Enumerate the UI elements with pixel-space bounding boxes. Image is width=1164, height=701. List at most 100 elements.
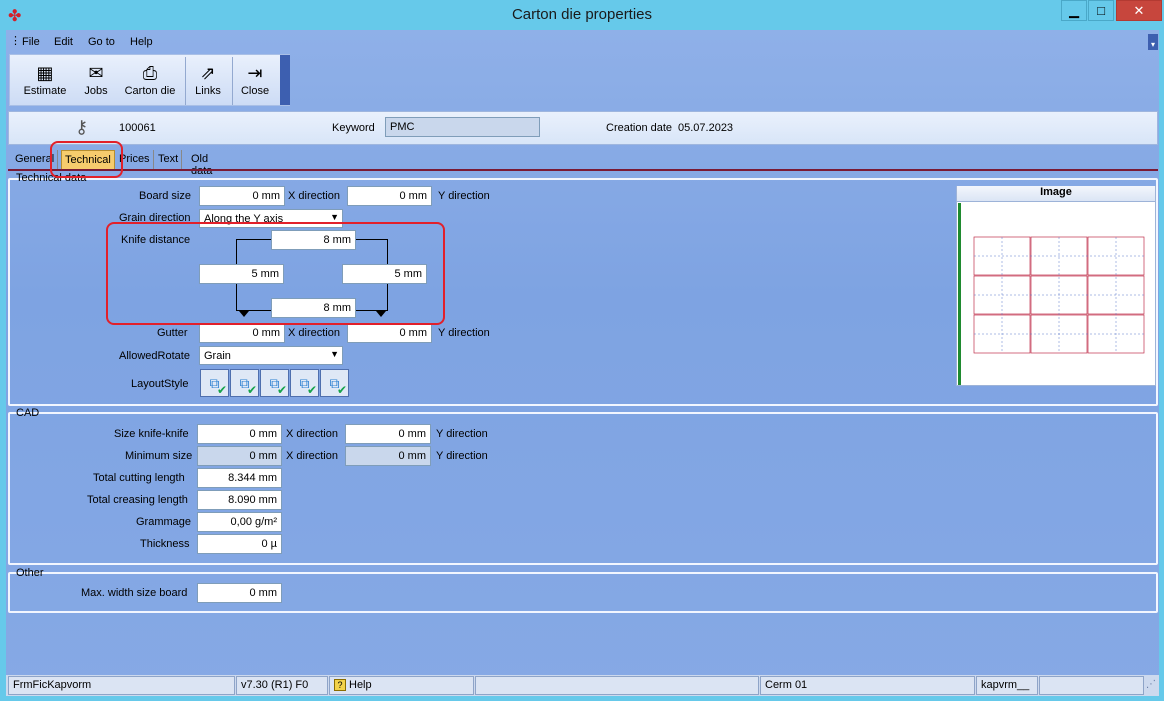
- menu-file[interactable]: File: [22, 36, 40, 48]
- gutter-x-field[interactable]: 0 mm: [199, 323, 285, 343]
- layout-style-group: ⧉ ✔ ⧉ ✔ ⧉ ✔ ⧉ ✔ ⧉ ✔: [200, 369, 352, 397]
- other-section-title: Other: [16, 567, 44, 579]
- layout-style-5-button[interactable]: ⧉ ✔: [320, 369, 349, 397]
- size-knife-knife-label: Size knife-knife: [114, 428, 189, 440]
- layout-style-2-button[interactable]: ⧉ ✔: [230, 369, 259, 397]
- close-window-button[interactable]: ✕: [1116, 0, 1162, 21]
- tab-text[interactable]: Text: [155, 150, 183, 170]
- status-help[interactable]: ? Help: [329, 676, 474, 695]
- gutter-x-direction-label: X direction: [288, 327, 340, 339]
- toolbar: ▦ Estimate ✉ Jobs ⎙ Carton die ⇗ Links ⇥…: [9, 54, 290, 106]
- size-knife-y-field[interactable]: 0 mm: [345, 424, 431, 444]
- help-icon: ?: [334, 679, 346, 691]
- layout-style-1-button[interactable]: ⧉ ✔: [200, 369, 229, 397]
- window-title: Carton die properties: [511, 6, 653, 23]
- estimate-button[interactable]: ▦ Estimate: [18, 61, 72, 107]
- resize-grip-icon[interactable]: ⋰: [1146, 679, 1156, 690]
- links-button[interactable]: ⇗ Links: [190, 61, 226, 107]
- minimum-size-x-field: 0 mm: [197, 446, 282, 466]
- link-icon: ⇗: [200, 63, 216, 83]
- keyword-field[interactable]: PMC: [385, 117, 540, 137]
- image-panel: [956, 186, 1156, 386]
- menu-go-to[interactable]: Go to: [88, 36, 115, 48]
- thickness-field[interactable]: 0 µ: [197, 534, 282, 554]
- highlight-technical-tab: [50, 141, 123, 178]
- thickness-label: Thickness: [140, 538, 190, 550]
- check-icon: ✔: [246, 383, 257, 397]
- layout-style-3-button[interactable]: ⧉ ✔: [260, 369, 289, 397]
- board-size-label: Board size: [139, 190, 191, 202]
- layout-style-4-button[interactable]: ⧉ ✔: [290, 369, 319, 397]
- menu-help[interactable]: Help: [130, 36, 153, 48]
- carton-die-label: Carton die: [124, 85, 176, 97]
- cad-section-title: CAD: [16, 407, 40, 419]
- grammage-field[interactable]: 0,00 g/m²: [197, 512, 282, 532]
- image-panel-title: Image: [957, 186, 1155, 202]
- exit-door-icon: ⇥: [247, 63, 263, 83]
- creation-date-label: Creation date: [606, 122, 673, 134]
- minimum-size-y-field: 0 mm: [345, 446, 431, 466]
- total-cutting-length-field[interactable]: 8.344 mm: [197, 468, 282, 488]
- check-icon: ✔: [216, 383, 227, 397]
- board-size-x-field[interactable]: 0 mm: [199, 186, 285, 206]
- jobs-label: Jobs: [84, 85, 108, 97]
- layout-style-label: LayoutStyle: [131, 378, 189, 390]
- check-icon: ✔: [336, 383, 347, 397]
- toolbar-separator: [232, 57, 233, 105]
- board-size-y-field[interactable]: 0 mm: [347, 186, 432, 206]
- check-icon: ✔: [306, 383, 317, 397]
- board-size-x-direction-label: X direction: [288, 190, 340, 202]
- estimate-label: Estimate: [23, 85, 67, 97]
- board-size-y-direction-label: Y direction: [438, 190, 490, 202]
- tab-old-data[interactable]: Old data: [188, 150, 215, 177]
- menu-bar: ⋮ File Edit Go to Help ▾: [6, 32, 1159, 52]
- chevron-down-icon: ▼: [330, 349, 339, 359]
- close-label: Close: [240, 85, 270, 97]
- record-id: 100061: [119, 122, 156, 134]
- allowed-rotate-select[interactable]: Grain ▼: [199, 346, 343, 365]
- status-version: v7.30 (R1) F0: [236, 676, 328, 695]
- calculator-icon: ▦: [36, 63, 54, 83]
- creation-date-value: 05.07.2023: [678, 122, 734, 134]
- status-form-name: FrmFicKapvorm: [8, 676, 235, 695]
- allowed-rotate-label: AllowedRotate: [119, 350, 190, 362]
- key-icon: ⚷: [75, 117, 89, 137]
- carton-die-layout-image: [958, 203, 1145, 385]
- total-creasing-length-field[interactable]: 8.090 mm: [197, 490, 282, 510]
- gutter-label: Gutter: [157, 327, 188, 339]
- jobs-button[interactable]: ✉ Jobs: [78, 61, 114, 107]
- chevron-down-icon: ▼: [330, 212, 339, 222]
- max-width-size-board-field[interactable]: 0 mm: [197, 583, 282, 603]
- menu-overflow-icon[interactable]: ▾: [1148, 34, 1158, 50]
- total-cutting-length-label: Total cutting length: [93, 472, 185, 484]
- header-panel: ⚷ 100061 Keyword PMC Creation date 05.07…: [8, 111, 1158, 145]
- status-company: Cerm 01: [760, 676, 975, 695]
- total-creasing-length-label: Total creasing length: [87, 494, 188, 506]
- grammage-label: Grammage: [136, 516, 192, 528]
- keyword-label: Keyword: [332, 122, 375, 134]
- tab-underline: [8, 169, 1158, 171]
- allowed-rotate-value: Grain: [204, 350, 231, 362]
- check-icon: ✔: [276, 383, 287, 397]
- printer-icon: ⎙: [142, 63, 158, 83]
- status-help-label: Help: [349, 679, 372, 691]
- toolbar-overflow-button[interactable]: [280, 55, 290, 105]
- maximize-button[interactable]: □: [1088, 0, 1114, 21]
- status-empty: [475, 676, 759, 695]
- status-empty: [1039, 676, 1144, 695]
- gutter-y-field[interactable]: 0 mm: [347, 323, 432, 343]
- carton-die-button[interactable]: ⎙ Carton die: [121, 61, 179, 107]
- menu-grip-icon: ⋮: [10, 35, 21, 47]
- minimum-size-x-direction-label: X direction: [286, 450, 338, 462]
- toolbar-separator: [185, 57, 186, 105]
- size-knife-x-direction-label: X direction: [286, 428, 338, 440]
- minimum-size-label: Minimum size: [125, 450, 193, 462]
- links-label: Links: [195, 85, 221, 97]
- max-width-size-board-label: Max. width size board: [81, 587, 188, 599]
- close-button[interactable]: ⇥ Close: [237, 61, 273, 107]
- minimize-button[interactable]: ▁: [1061, 0, 1087, 21]
- minimum-size-y-direction-label: Y direction: [436, 450, 488, 462]
- status-user: kapvrm__: [976, 676, 1038, 695]
- menu-edit[interactable]: Edit: [54, 36, 73, 48]
- size-knife-x-field[interactable]: 0 mm: [197, 424, 282, 444]
